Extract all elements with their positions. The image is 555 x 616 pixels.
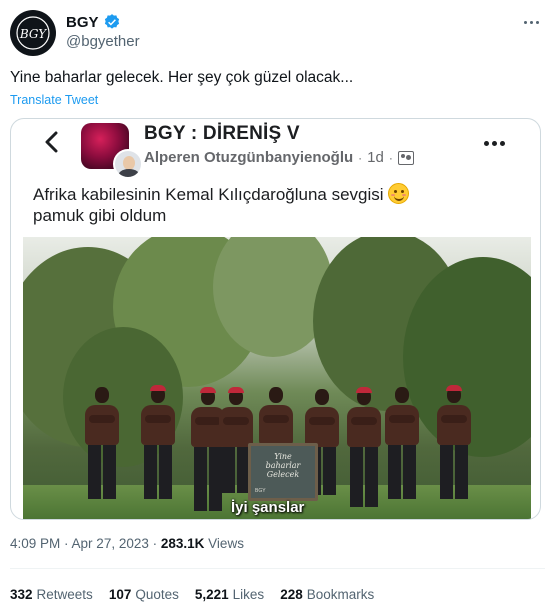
post-age: 1d bbox=[367, 149, 384, 166]
facebook-post-header: BGY : DİRENİŞ V Alperen Otuzgünbanyienoğ… bbox=[11, 119, 540, 179]
board-signature: BGY bbox=[255, 488, 266, 494]
tweet-time[interactable]: 4:09 PM bbox=[10, 536, 60, 551]
author-avatar bbox=[113, 149, 143, 179]
tweet-media-image[interactable]: BGY : DİRENİŞ V Alperen Otuzgünbanyienoğ… bbox=[10, 118, 541, 520]
profile-avatar[interactable]: BGY bbox=[10, 10, 56, 56]
board-line-1: Yine bbox=[274, 452, 292, 461]
tweet-text: Yine baharlar gelecek. Her şey çok güzel… bbox=[10, 69, 354, 86]
facebook-post-text: Afrika kabilesinin Kemal Kılıçdaroğluna … bbox=[33, 183, 503, 226]
tweet-metadata: 4:09 PM · Apr 27, 2023 · 283.1K Views bbox=[10, 536, 244, 551]
video-subtitle: İyi şanslar bbox=[231, 499, 305, 516]
display-name[interactable]: BGY bbox=[66, 14, 99, 31]
group-name: BGY : DİRENİŞ V bbox=[144, 123, 300, 144]
quotes-stat[interactable]: 107 Quotes bbox=[109, 587, 179, 602]
bookmarks-stat[interactable]: 228 Bookmarks bbox=[280, 587, 374, 602]
tweet-date[interactable]: Apr 27, 2023 bbox=[72, 536, 149, 551]
post-more-icon bbox=[482, 141, 506, 146]
engagement-stats: 332 Retweets 107 Quotes 5,221 Likes 228 Book… bbox=[10, 587, 374, 602]
views-count: 283.1K bbox=[160, 536, 205, 551]
group-privacy-icon bbox=[397, 150, 414, 165]
user-handle[interactable]: @bgyether bbox=[66, 33, 140, 50]
post-text-line-2: pamuk gibi oldum bbox=[33, 206, 167, 225]
board-line-3: Gelecek bbox=[266, 470, 300, 479]
avatar-logo-text: BGY bbox=[19, 27, 47, 41]
retweets-stat[interactable]: 332 Retweets bbox=[10, 587, 93, 602]
post-author-line: Alperen Otuzgünbanyienoğlu · 1d · bbox=[144, 149, 414, 166]
verified-badge-icon bbox=[104, 14, 119, 29]
more-options-icon[interactable] bbox=[519, 10, 543, 34]
bgy-logo-icon: BGY bbox=[16, 16, 50, 50]
views-label: Views bbox=[208, 536, 244, 551]
post-text-line-1: Afrika kabilesinin Kemal Kılıçdaroğluna … bbox=[33, 185, 384, 204]
back-arrow-icon bbox=[45, 131, 58, 153]
post-author: Alperen Otuzgünbanyienoğlu bbox=[144, 149, 354, 166]
separator-dot: · bbox=[358, 150, 363, 165]
group-avatar bbox=[81, 123, 143, 179]
video-frame: Yine baharlar Gelecek BGY İyi şanslar bbox=[23, 237, 531, 519]
translate-tweet-link[interactable]: Translate Tweet bbox=[10, 93, 98, 107]
tweet-header: BGY BGY @bgyether bbox=[10, 10, 545, 56]
board-line-2: baharlar bbox=[265, 461, 301, 470]
chalkboard: Yine baharlar Gelecek BGY bbox=[248, 443, 318, 501]
separator-dot: · bbox=[388, 150, 393, 165]
likes-stat[interactable]: 5,221 Likes bbox=[195, 587, 264, 602]
smiling-emoji-icon bbox=[387, 183, 409, 204]
divider bbox=[10, 568, 545, 569]
